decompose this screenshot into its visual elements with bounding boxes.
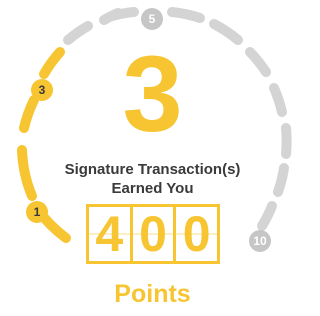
points-label: Points bbox=[114, 280, 191, 308]
milestone-label: 5 bbox=[149, 12, 156, 26]
caption-line-1: Signature Transaction(s) bbox=[64, 161, 241, 178]
milestone-1: 1 bbox=[26, 201, 48, 223]
track-segment bbox=[107, 7, 139, 21]
track-segment bbox=[167, 7, 205, 23]
points-digit: 0 bbox=[132, 206, 177, 262]
points-digit: 0 bbox=[176, 206, 218, 262]
caption-line-2: Earned You bbox=[111, 180, 194, 197]
points-counter: 4 0 0 bbox=[86, 204, 220, 264]
rewards-progress-widget: 1 3 5 10 3 Signature Transaction(s) Earn… bbox=[0, 0, 305, 316]
milestone-label: 10 bbox=[253, 234, 267, 248]
points-digit: 4 bbox=[89, 206, 133, 262]
track-segment bbox=[257, 201, 277, 231]
milestone-5: 5 bbox=[141, 8, 163, 30]
track-segment bbox=[209, 19, 243, 45]
earned-caption: Signature Transaction(s) Earned You bbox=[0, 160, 305, 198]
track-segment bbox=[63, 21, 93, 45]
milestone-10: 10 bbox=[249, 230, 271, 252]
transactions-count: 3 bbox=[122, 33, 183, 154]
milestone-label: 1 bbox=[34, 205, 41, 219]
